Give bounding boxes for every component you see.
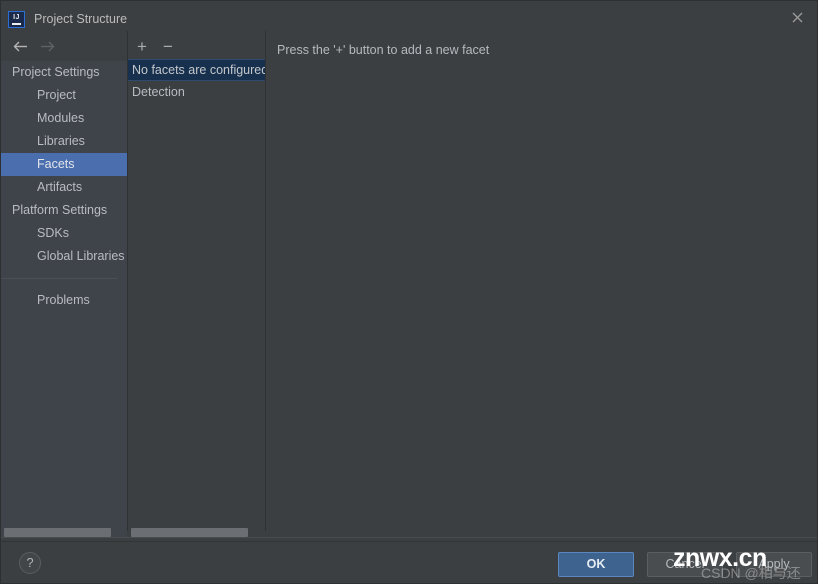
list-item[interactable]: No facets are configured	[128, 59, 265, 81]
intellij-idea-icon: IJ	[8, 11, 25, 28]
title-bar: IJ Project Structure	[1, 1, 817, 31]
empty-state-hint: Press the '+' button to add a new facet	[277, 43, 490, 57]
sidebar-item-global-libraries[interactable]: Global Libraries	[1, 245, 127, 268]
arrow-right-icon[interactable]	[38, 39, 56, 53]
close-icon[interactable]	[785, 9, 809, 25]
sidebar-horizontal-scrollbar-thumb[interactable]	[4, 528, 111, 537]
sidebar-item-artifacts[interactable]: Artifacts	[1, 176, 127, 199]
settings-sidebar: Project Settings Project Modules Librari…	[1, 61, 127, 531]
sidebar-item-project[interactable]: Project	[1, 84, 127, 107]
minus-icon[interactable]: −	[159, 37, 177, 55]
app-icon-text: IJ	[13, 14, 20, 21]
window-title: Project Structure	[34, 12, 128, 26]
arrow-left-icon[interactable]	[11, 39, 29, 53]
ok-button[interactable]: OK	[558, 552, 634, 577]
list-item[interactable]: Detection	[128, 81, 265, 103]
sidebar-item-modules[interactable]: Modules	[1, 107, 127, 130]
question-mark-icon[interactable]: ?	[19, 552, 41, 574]
plus-icon[interactable]: +	[133, 37, 151, 55]
navigation-bar	[1, 31, 127, 61]
sidebar-separator	[1, 278, 117, 279]
facets-list-panel: + − No facets are configured Detection	[128, 31, 265, 531]
facets-toolbar: + −	[128, 31, 265, 59]
facets-list: No facets are configured Detection	[128, 59, 265, 531]
sidebar-item-sdks[interactable]: SDKs	[1, 222, 127, 245]
sidebar-item-libraries[interactable]: Libraries	[1, 130, 127, 153]
app-icon-bar	[12, 22, 21, 25]
sidebar-item-facets[interactable]: Facets	[1, 153, 127, 176]
facet-detail-panel: Press the '+' button to add a new facet	[266, 31, 817, 531]
project-structure-dialog: IJ Project Structure Project Settings Pr…	[0, 0, 818, 584]
bottom-bar-top-highlight	[1, 537, 817, 538]
facets-horizontal-scrollbar-thumb[interactable]	[131, 528, 248, 537]
watermark-text: znwx.cn	[673, 544, 767, 572]
sidebar-item-problems[interactable]: Problems	[1, 289, 127, 312]
sidebar-item-platform-settings: Platform Settings	[12, 203, 108, 217]
sidebar-item-project-settings: Project Settings	[12, 65, 100, 79]
